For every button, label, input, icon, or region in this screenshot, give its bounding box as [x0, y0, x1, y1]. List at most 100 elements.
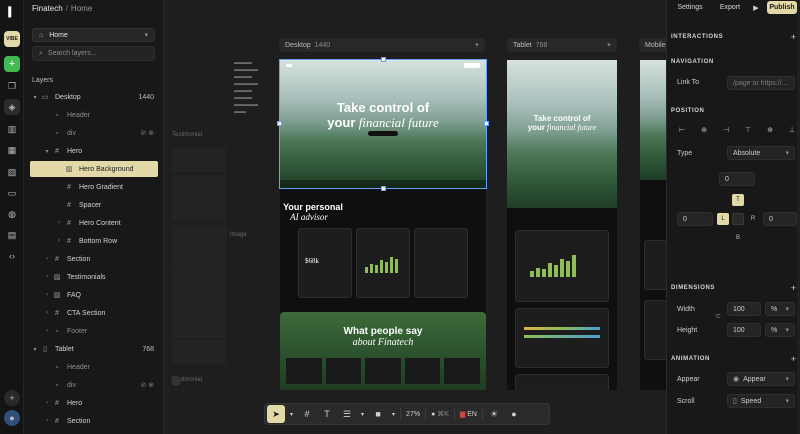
layer-row[interactable]: › # Section [30, 251, 158, 267]
chevron-down-icon[interactable]: ▾ [389, 405, 398, 423]
selection-outline[interactable] [277, 57, 489, 191]
frame-label-mobile[interactable]: Mobile [639, 38, 666, 52]
grid-icon[interactable]: ▦ [4, 142, 20, 158]
chevron-icon[interactable]: › [42, 256, 52, 262]
pages-icon[interactable]: ❐ [4, 78, 20, 94]
layer-row[interactable]: ▾ ▭ Desktop 1440 [30, 89, 158, 105]
code-icon[interactable]: ‹› [4, 248, 20, 264]
align-center-h-icon[interactable]: ⊕ [699, 126, 709, 135]
chevron-icon[interactable]: ▾ [42, 148, 52, 155]
chevron-icon[interactable]: ▾ [30, 346, 40, 353]
visibility-icon[interactable]: ⊘ ⊗ [140, 129, 154, 137]
chevron-icon[interactable]: › [42, 400, 52, 406]
height-unit-select[interactable]: % ▾ [765, 323, 795, 337]
visibility-icon[interactable]: ⊘ ⊗ [140, 381, 154, 389]
align-right-icon[interactable]: ⊣ [721, 126, 731, 135]
canvas-dot[interactable] [171, 376, 181, 386]
layer-row[interactable]: ▾ # Hero [30, 143, 158, 159]
width-input[interactable]: 100 [727, 302, 761, 316]
frame-label-desktop[interactable]: Desktop 1440 + [279, 38, 485, 52]
layer-row[interactable]: › # Section [30, 413, 158, 429]
layer-row[interactable]: › ▫ Footer [30, 323, 158, 339]
layer-row[interactable]: › # Hero Content [30, 215, 158, 231]
language-select[interactable]: ▆ EN [457, 405, 480, 423]
layer-row[interactable]: ▫ Header [30, 359, 158, 375]
layers-icon[interactable]: ◈ [4, 99, 20, 115]
layer-row[interactable]: # Spacer [30, 197, 158, 213]
layer-row[interactable]: ▫ div ⊘ ⊗ [30, 377, 158, 393]
image-icon[interactable]: ▨ [4, 164, 20, 180]
height-input[interactable]: 100 [727, 323, 761, 337]
scroll-select[interactable]: ▯ Speed ▾ [727, 394, 795, 408]
position-type-select[interactable]: Absolute ▾ [727, 146, 795, 160]
shape-tool[interactable]: ■ [369, 405, 387, 423]
layer-row[interactable]: › ▨ FAQ [30, 287, 158, 303]
plus-circle-icon[interactable]: + [4, 390, 20, 406]
chevron-down-icon[interactable]: ▾ [287, 405, 296, 423]
chevron-down-icon[interactable]: ▾ [358, 405, 367, 423]
page-select[interactable]: ⌂ Home ▾ [32, 28, 155, 42]
frame-add-icon[interactable]: + [607, 42, 611, 49]
breadcrumb-project[interactable]: Finatech [32, 4, 63, 13]
vibe-button[interactable]: VIBE [4, 31, 20, 47]
add-dimension-icon[interactable]: + [791, 283, 796, 293]
select-tool[interactable]: ➤ [267, 405, 285, 423]
globe-icon[interactable]: ◍ [4, 206, 20, 222]
layer-row[interactable]: › # Hero [30, 395, 158, 411]
chevron-icon[interactable]: ▾ [30, 94, 40, 101]
position-top-input[interactable]: 0 [719, 172, 755, 186]
chevron-icon[interactable]: › [42, 328, 52, 334]
layer-row[interactable]: ▨ Hero Background [30, 161, 158, 177]
add-interaction-icon[interactable]: + [791, 32, 796, 42]
pin-bottom-toggle[interactable]: B [732, 232, 744, 244]
pin-left-toggle[interactable]: L [717, 213, 729, 225]
aspect-lock-icon[interactable]: ⊂ [715, 312, 721, 320]
align-top-icon[interactable]: ⊤ [743, 126, 753, 135]
pin-right-toggle[interactable]: R [747, 213, 759, 225]
publish-button[interactable]: Publish [767, 1, 797, 14]
zoom-level[interactable]: 27% [403, 405, 423, 423]
add-animation-icon[interactable]: + [791, 354, 796, 364]
align-left-icon[interactable]: ⊢ [677, 126, 687, 135]
settings-button[interactable]: Settings [673, 1, 707, 14]
chevron-icon[interactable]: › [54, 238, 64, 244]
command-search[interactable]: ● ⌘K [428, 405, 452, 423]
comment-icon[interactable]: ● [505, 405, 523, 423]
play-icon[interactable]: ▶ [749, 1, 763, 14]
chevron-icon[interactable]: › [42, 310, 52, 316]
search-input[interactable]: Search layers... [48, 50, 97, 57]
appear-select[interactable]: ◉ Appear ▾ [727, 372, 795, 386]
position-left-input[interactable]: 0 [677, 212, 713, 226]
add-button[interactable]: + [4, 56, 20, 72]
breadcrumb-page[interactable]: Home [71, 4, 92, 13]
link-input[interactable]: /page or https://... [727, 76, 795, 90]
layer-row[interactable]: ▾ ▯ Tablet 768 [30, 341, 158, 357]
layer-row[interactable]: ▫ Header [30, 107, 158, 123]
chevron-icon[interactable]: › [42, 292, 52, 298]
layer-row[interactable]: ▫ div ⊘ ⊗ [30, 125, 158, 141]
position-right-input[interactable]: 0 [763, 212, 797, 226]
text-tool[interactable]: T [318, 405, 336, 423]
layout-tool[interactable]: ☰ [338, 405, 356, 423]
canvas[interactable]: Desktop 1440 + Tablet 768 + Mobile ▬▬▬ ▬▬… [164, 0, 666, 434]
chevron-icon[interactable]: › [54, 220, 64, 226]
layer-row[interactable]: › ▨ Testimonials [30, 269, 158, 285]
media-icon[interactable]: ▭ [4, 185, 20, 201]
frame-add-icon[interactable]: + [475, 42, 479, 49]
layer-row[interactable]: › # CTA Section [30, 305, 158, 321]
width-unit-select[interactable]: % ▾ [765, 302, 795, 316]
frame-tool[interactable]: # [298, 405, 316, 423]
align-bottom-icon[interactable]: ⊥ [787, 126, 797, 135]
layer-row[interactable]: › # Bottom Row [30, 233, 158, 249]
layer-row[interactable]: # Hero Gradient [30, 179, 158, 195]
pin-top-toggle[interactable]: T [732, 194, 744, 206]
theme-toggle-icon[interactable]: ☀ [485, 405, 503, 423]
pin-center[interactable] [732, 213, 744, 225]
library-icon[interactable]: ▥ [4, 121, 20, 137]
export-button[interactable]: Export [715, 1, 745, 14]
mobile-frame[interactable] [640, 60, 666, 390]
chevron-icon[interactable]: › [42, 274, 52, 280]
search-layers[interactable]: ⌕ Search layers... [32, 46, 155, 61]
frame-label-tablet[interactable]: Tablet 768 + [507, 38, 617, 52]
tablet-frame[interactable]: Take control of your financial future [507, 60, 617, 390]
